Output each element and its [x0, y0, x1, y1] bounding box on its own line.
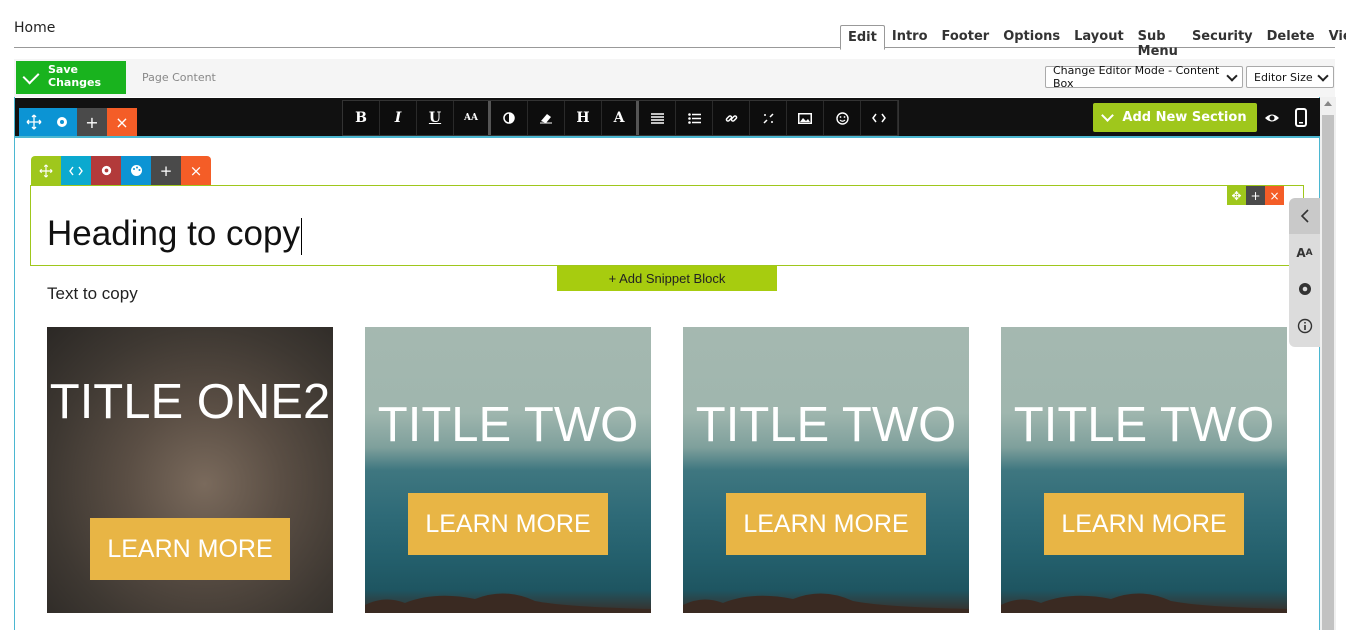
row-html-code-icon[interactable] — [61, 156, 91, 185]
add-new-section-label: Add New Section — [1122, 110, 1247, 125]
move-section-icon[interactable] — [19, 108, 49, 136]
rocks-image — [1001, 593, 1287, 613]
scrollbar-thumb[interactable] — [1322, 115, 1334, 630]
add-new-section-button[interactable]: Add New Section — [1093, 103, 1257, 132]
tab-sub-menu[interactable]: Sub Menu — [1131, 25, 1185, 59]
code-icon[interactable] — [861, 101, 898, 135]
tab-intro[interactable]: Intro — [885, 25, 935, 48]
delete-section-close-icon[interactable]: × — [107, 108, 137, 136]
block-mini-toolbar: ✥ + × — [1227, 186, 1284, 205]
font-size-button[interactable]: AA — [454, 101, 491, 135]
underline-button[interactable]: U — [417, 101, 454, 135]
text-caret — [301, 218, 302, 255]
delete-row-close-icon[interactable]: × — [181, 156, 211, 185]
learn-more-button[interactable]: LEARN MORE — [1044, 493, 1244, 555]
tab-options[interactable]: Options — [996, 25, 1067, 48]
check-icon — [22, 67, 40, 85]
card-title[interactable]: TITLE TWO — [365, 401, 651, 450]
info-icon[interactable] — [1289, 308, 1320, 344]
scroll-up-arrow-icon[interactable] — [1324, 101, 1332, 106]
italic-button[interactable]: I — [380, 101, 417, 135]
save-changes-button[interactable]: Save Changes — [16, 61, 126, 94]
chevron-left-icon[interactable] — [1289, 198, 1320, 234]
chevron-down-icon — [1101, 109, 1115, 122]
image-icon[interactable] — [787, 101, 824, 135]
format-toolbar: B I U AA H A — [342, 100, 899, 136]
move-block-icon[interactable]: ✥ — [1227, 186, 1246, 205]
learn-more-button[interactable]: LEARN MORE — [726, 493, 926, 555]
add-row-plus-icon[interactable]: + — [151, 156, 181, 185]
tab-bar: Edit Intro Footer Options Layout Sub Men… — [840, 25, 1346, 59]
tab-view[interactable]: View — [1322, 25, 1346, 48]
editable-text[interactable]: Text to copy — [47, 284, 138, 304]
typography-icon[interactable]: AA — [1289, 235, 1320, 271]
delete-block-close-icon[interactable]: × — [1265, 186, 1284, 205]
eraser-icon[interactable] — [528, 101, 565, 135]
rocks-image — [683, 593, 969, 613]
tab-footer[interactable]: Footer — [935, 25, 997, 48]
editor-size-select[interactable]: Editor Size — [1246, 66, 1334, 88]
chevron-down-icon — [1317, 70, 1329, 82]
learn-more-button[interactable]: LEARN MORE — [408, 493, 608, 555]
breadcrumb[interactable]: Home — [14, 20, 55, 36]
card-title[interactable]: TITLE TWO — [1001, 401, 1287, 450]
align-icon[interactable] — [639, 101, 676, 135]
rocks-image — [365, 593, 651, 613]
save-changes-label: Save Changes — [48, 63, 102, 89]
editable-heading[interactable]: Heading to copy — [47, 214, 300, 254]
card-1: TITLE ONE2 LEARN MORE — [47, 327, 333, 613]
row-settings-gear-icon[interactable] — [91, 156, 121, 185]
contrast-icon[interactable] — [491, 101, 528, 135]
move-row-icon[interactable] — [31, 156, 61, 185]
editor-mode-value: Change Editor Mode - Content Box — [1053, 64, 1220, 90]
editor-mode-select[interactable]: Change Editor Mode - Content Box — [1045, 64, 1243, 90]
unlink-icon[interactable] — [750, 101, 787, 135]
card-4: TITLE TWO LEARN MORE — [1001, 327, 1287, 613]
mobile-preview-icon[interactable] — [1293, 108, 1309, 128]
card-title[interactable]: TITLE ONE2 — [47, 378, 333, 427]
learn-more-button[interactable]: LEARN MORE — [90, 518, 290, 580]
card-title[interactable]: TITLE TWO — [683, 401, 969, 450]
list-icon[interactable] — [676, 101, 713, 135]
editor-size-value: Editor Size — [1254, 70, 1313, 84]
tab-layout[interactable]: Layout — [1067, 25, 1131, 48]
row-toolbar: + × — [31, 156, 211, 185]
text-color-button[interactable]: A — [602, 101, 639, 135]
add-block-plus-icon[interactable]: + — [1246, 186, 1265, 205]
preview-eye-icon[interactable] — [1263, 109, 1281, 127]
tab-security[interactable]: Security — [1185, 25, 1260, 48]
tab-edit[interactable]: Edit — [840, 25, 885, 50]
add-snippet-block-button[interactable]: + Add Snippet Block — [557, 266, 777, 291]
tab-delete[interactable]: Delete — [1260, 25, 1322, 48]
card-2: TITLE TWO LEARN MORE — [365, 327, 651, 613]
settings-gear-icon[interactable] — [1289, 271, 1320, 307]
add-section-plus-icon[interactable]: + — [77, 108, 107, 136]
card-3: TITLE TWO LEARN MORE — [683, 327, 969, 613]
section-settings-gear-icon[interactable] — [47, 108, 77, 136]
link-icon[interactable] — [713, 101, 750, 135]
bold-button[interactable]: B — [343, 101, 380, 135]
emoji-icon[interactable] — [824, 101, 861, 135]
heading-button[interactable]: H — [565, 101, 602, 135]
page-content-label: Page Content — [142, 71, 216, 84]
row-palette-icon[interactable] — [121, 156, 151, 185]
